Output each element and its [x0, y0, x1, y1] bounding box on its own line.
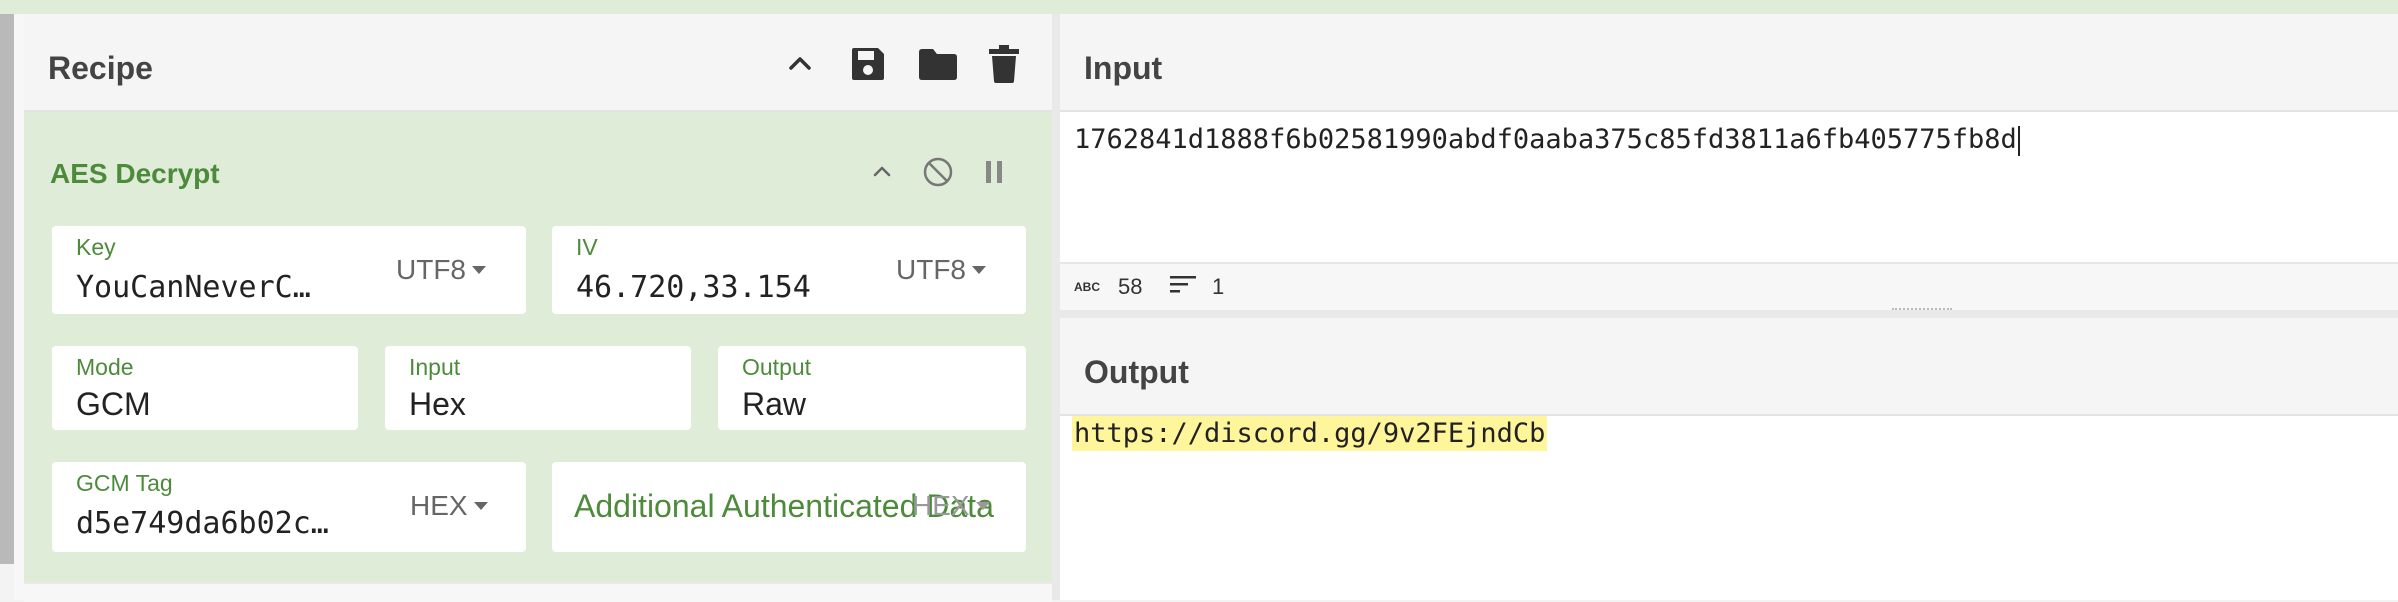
pause-icon[interactable] — [974, 152, 1014, 192]
key-label: Key — [76, 234, 116, 260]
gcm-tag-value[interactable]: d5e749da6b02c… — [76, 506, 356, 541]
aad-encoding-label: HEX — [912, 490, 970, 521]
key-field[interactable]: Key YouCanNeverC… UTF8 — [52, 226, 526, 314]
key-encoding-label: UTF8 — [396, 254, 466, 285]
mode-label: Mode — [76, 354, 134, 380]
key-value[interactable]: YouCanNeverC… — [76, 270, 336, 305]
mode-value[interactable]: GCM — [76, 386, 151, 423]
input-text: 1762841d1888f6b02581990abdf0aaba375c85fd… — [1074, 124, 2017, 155]
iv-label: IV — [576, 234, 598, 260]
aad-field[interactable]: Additional Authenticated Data HEX — [552, 462, 1026, 552]
trash-icon[interactable] — [980, 40, 1028, 88]
abc-icon: ABC — [1074, 280, 1100, 294]
recipe-panel: Recipe AES Decrypt Key YouCanNeverC… UTF… — [24, 14, 1052, 602]
aes-decrypt-operation: AES Decrypt Key YouCanNeverC… UTF8 IV 46… — [24, 112, 1052, 582]
output-title: Output — [1084, 354, 1189, 390]
length-value: 58 — [1118, 274, 1143, 299]
chevron-up-icon[interactable] — [862, 152, 902, 192]
chevron-down-icon — [972, 266, 986, 274]
recipe-title: Recipe — [48, 50, 153, 86]
recipe-header: Recipe — [24, 14, 1052, 112]
key-encoding-select[interactable]: UTF8 — [396, 254, 486, 286]
output-panel: Output https://discord.gg/9v2FEjndCb — [1060, 318, 2398, 600]
iv-value[interactable]: 46.720,33.154 — [576, 270, 876, 305]
chevron-down-icon — [472, 266, 486, 274]
output-format-label: Output — [742, 354, 812, 380]
lines-icon — [1170, 274, 1196, 300]
recipe-drop-area[interactable] — [24, 582, 1052, 602]
text-cursor — [2017, 125, 2020, 156]
save-icon[interactable] — [844, 40, 892, 88]
left-gutter — [14, 14, 24, 600]
length-stat: ABC 58 — [1074, 274, 1142, 300]
input-format-field[interactable]: Input Hex — [385, 346, 691, 430]
mode-field[interactable]: Mode GCM — [52, 346, 358, 430]
gcm-tag-field[interactable]: GCM Tag d5e749da6b02c… HEX — [52, 462, 526, 552]
input-header: Input — [1060, 14, 2398, 112]
resize-grip[interactable] — [1892, 308, 1952, 314]
lines-value: 1 — [1212, 274, 1225, 299]
chevron-down-icon — [975, 502, 990, 510]
vertical-divider[interactable] — [1052, 14, 1060, 600]
input-format-label: Input — [409, 354, 461, 380]
iv-field[interactable]: IV 46.720,33.154 UTF8 — [552, 226, 1026, 314]
top-bar — [0, 0, 2398, 14]
horizontal-divider[interactable] — [1060, 310, 2398, 318]
input-status-bar: ABC 58 1 — [1060, 262, 2398, 312]
gcm-tag-label: GCM Tag — [76, 470, 173, 496]
operation-title: AES Decrypt — [50, 158, 220, 189]
iv-encoding-select[interactable]: UTF8 — [896, 254, 986, 286]
output-format-value[interactable]: Raw — [742, 386, 806, 423]
input-textarea[interactable]: 1762841d1888f6b02581990abdf0aaba375c85fd… — [1074, 124, 2020, 156]
input-panel: Input 1762841d1888f6b02581990abdf0aaba37… — [1060, 14, 2398, 312]
folder-icon[interactable] — [914, 40, 962, 88]
left-scrollbar[interactable] — [0, 14, 14, 564]
disable-icon[interactable] — [918, 152, 958, 192]
chevron-up-icon[interactable] — [776, 40, 824, 88]
gcm-tag-encoding-select[interactable]: HEX — [410, 490, 488, 522]
chevron-down-icon — [473, 502, 488, 510]
iv-encoding-label: UTF8 — [896, 254, 966, 285]
lines-stat: 1 — [1170, 274, 1224, 300]
input-format-value[interactable]: Hex — [409, 386, 466, 423]
output-format-field[interactable]: Output Raw — [718, 346, 1026, 430]
output-text[interactable]: https://discord.gg/9v2FEjndCb — [1072, 416, 1548, 451]
aad-encoding-select[interactable]: HEX — [912, 490, 990, 522]
input-title: Input — [1084, 50, 1163, 86]
gcm-tag-encoding-label: HEX — [410, 490, 468, 521]
output-header: Output — [1060, 318, 2398, 416]
